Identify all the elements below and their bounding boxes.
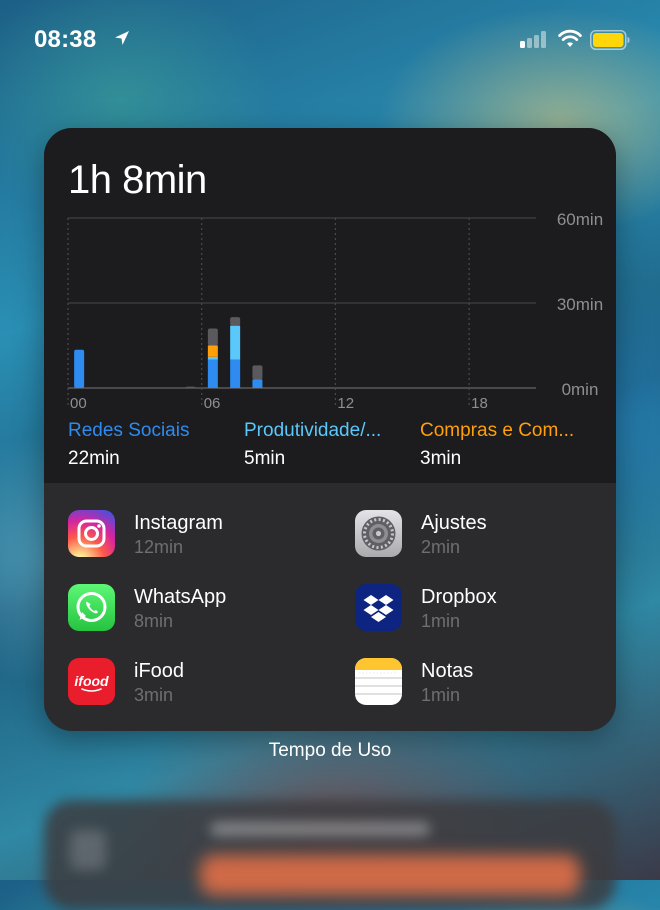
category-shopping: Compras e Com... 3min <box>420 420 590 470</box>
category-name: Redes Sociais <box>68 420 190 441</box>
widget-summary: 1h 8min 60min 30min 0min 00 06 12 18 Redes Soc… <box>44 128 616 483</box>
app-item-whatsapp[interactable]: WhatsApp 8min <box>68 584 328 644</box>
blurred-text <box>210 822 430 836</box>
app-name: Instagram <box>134 512 223 534</box>
app-item-ifood[interactable]: ifood iFood 3min <box>68 658 328 718</box>
app-name: Ajustes <box>421 512 487 534</box>
whatsapp-icon <box>68 584 115 631</box>
category-time: 5min <box>244 448 286 469</box>
app-time: 3min <box>134 685 174 705</box>
app-name: Dropbox <box>421 586 497 608</box>
widget-title: Tempo de Uso <box>268 740 392 761</box>
app-time: 1min <box>421 611 461 631</box>
app-item-ajustes[interactable]: Ajustes 2min <box>355 510 615 570</box>
bar-segment <box>252 379 263 388</box>
app-name: iFood <box>134 660 185 682</box>
y-tick-label: 60min <box>557 210 603 229</box>
blurred-bar <box>200 855 580 895</box>
x-tick-label: 00 <box>70 395 87 412</box>
notes-icon <box>355 658 402 705</box>
instagram-icon <box>68 510 115 557</box>
usage-bar-chart: 60min 30min 0min 00 06 12 18 <box>67 210 603 412</box>
bar-segment <box>230 359 241 388</box>
status-bar: 08:38 <box>0 0 660 80</box>
cellular-signal-icon <box>520 30 550 48</box>
x-tick-label: 12 <box>337 395 354 412</box>
blurred-icon <box>70 830 106 870</box>
category-time: 22min <box>68 448 120 469</box>
bar-segment <box>74 349 85 388</box>
app-time: 8min <box>134 611 174 631</box>
battery-icon <box>590 30 630 50</box>
wifi-icon <box>558 29 582 47</box>
app-item-notas[interactable]: Notas 1min <box>355 658 615 718</box>
dropbox-icon <box>355 584 402 631</box>
settings-gear-icon <box>355 510 402 557</box>
location-arrow-icon <box>115 31 129 45</box>
category-name: Compras e Com... <box>420 420 575 441</box>
screen-time-widget[interactable]: 1h 8min 60min 30min 0min 00 06 12 18 Redes Soc… <box>44 128 616 731</box>
x-tick-label: 06 <box>204 395 221 412</box>
app-name: Notas <box>421 660 474 682</box>
app-time: 1min <box>421 685 461 705</box>
bar-segment <box>207 328 218 346</box>
status-time: 08:38 <box>34 26 97 53</box>
ifood-icon: ifood <box>68 658 115 705</box>
category-social: Redes Sociais 22min <box>68 420 238 470</box>
x-tick-label: 18 <box>471 395 488 412</box>
y-tick-label: 0min <box>562 380 599 399</box>
bar-segment <box>230 317 241 326</box>
bar-segment <box>207 345 218 357</box>
bar-segment <box>252 365 263 380</box>
app-time: 12min <box>134 537 184 557</box>
y-tick-label: 30min <box>557 295 603 314</box>
bar-segment <box>185 386 196 389</box>
bar-segment <box>230 325 241 360</box>
total-screen-time: 1h 8min <box>68 158 207 202</box>
app-time: 2min <box>421 537 461 557</box>
bar-segment <box>207 356 218 360</box>
bar-segment <box>207 359 218 388</box>
category-productivity: Produtividade/... 5min <box>244 420 414 470</box>
app-usage-list: Instagram 12min Ajustes 2min WhatsApp 8m… <box>44 483 616 731</box>
app-item-dropbox[interactable]: Dropbox 1min <box>355 584 615 644</box>
category-time: 3min <box>420 448 462 469</box>
app-item-instagram[interactable]: Instagram 12min <box>68 510 328 570</box>
app-name: WhatsApp <box>134 586 227 608</box>
svg-text:ifood: ifood <box>74 673 109 689</box>
category-name: Produtividade/... <box>244 420 382 441</box>
